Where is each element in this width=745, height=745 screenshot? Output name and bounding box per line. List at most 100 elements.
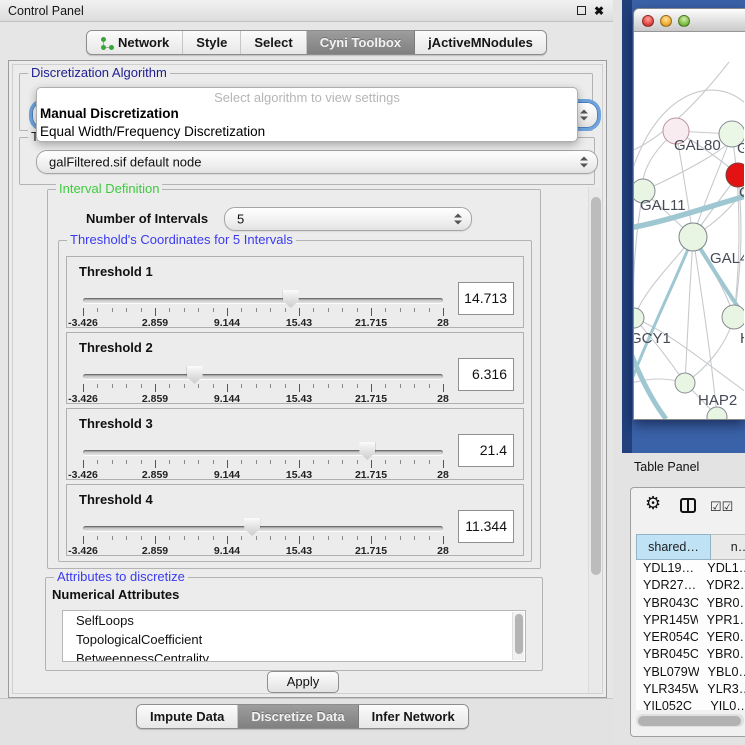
threshold-slider[interactable]: -3.4262.8599.14415.4321.71528 — [83, 444, 443, 480]
control-panel-window: Control Panel NetworkStyleSelectCyni Too… — [0, 0, 613, 745]
close-icon[interactable] — [594, 4, 604, 18]
tab-cyni-toolbox[interactable]: Cyni Toolbox — [307, 31, 415, 54]
node-label: C — [739, 184, 744, 201]
node-gcy1[interactable] — [634, 308, 644, 328]
popup-option-equal-width-frequency[interactable]: Equal Width/Frequency Discretization — [37, 123, 577, 141]
network-nodes[interactable] — [634, 118, 744, 419]
tick-mark — [126, 384, 127, 388]
zoom-traffic-icon[interactable] — [678, 15, 690, 27]
combo-spinner-icon[interactable] — [454, 214, 462, 225]
network-view-edge-shade — [622, 0, 632, 453]
panel-scrollbar-thumb[interactable] — [591, 197, 601, 575]
tab-infer-network[interactable]: Infer Network — [359, 705, 468, 728]
tick-mark — [141, 460, 142, 464]
tick-label: 21.715 — [355, 317, 387, 329]
table-row[interactable]: YBL079WYBL0… — [636, 664, 745, 681]
tab-network[interactable]: Network — [87, 31, 183, 54]
network-graph[interactable]: GAL80 GA C GAL11 GAL4 GCY1 H HAP2 — [634, 32, 744, 419]
slider-thumb[interactable] — [283, 290, 299, 308]
network-canvas[interactable]: GAL80 GA C GAL11 GAL4 GCY1 H HAP2 — [634, 32, 745, 419]
tick-mark — [227, 384, 228, 392]
threshold-value-field[interactable]: 6.316 — [458, 358, 514, 391]
tick-mark — [256, 536, 257, 540]
slider-track[interactable] — [83, 450, 443, 455]
control-panel-titlebar[interactable]: Control Panel — [0, 0, 613, 22]
column-header-name[interactable]: n… — [711, 534, 745, 560]
attributes-group: Attributes to discretize Numerical Attri… — [45, 577, 543, 671]
threshold-value-field[interactable]: 14.713 — [458, 282, 514, 315]
slider-track[interactable] — [83, 374, 443, 379]
slider-track[interactable] — [83, 526, 443, 531]
list-item[interactable]: SelfLoops — [63, 611, 525, 630]
tick-label: 15.43 — [286, 545, 312, 557]
panel-scrollbar[interactable] — [588, 187, 601, 693]
tick-mark — [357, 308, 358, 312]
tick-mark — [169, 384, 170, 388]
cell-name: YBR0… — [698, 646, 745, 663]
network-view-window[interactable]: GAL80 GA C GAL11 GAL4 GCY1 H HAP2 — [633, 8, 745, 420]
table-row[interactable]: YER054CYER0… — [636, 629, 745, 646]
column-header-shared[interactable]: shared… — [636, 534, 711, 560]
network-window-titlebar[interactable] — [634, 9, 745, 32]
table-row[interactable]: YDL19…YDL1… — [636, 560, 745, 577]
slider-thumb[interactable] — [359, 442, 375, 460]
tab-discretize-data[interactable]: Discretize Data — [238, 705, 358, 728]
combo-spinner-icon[interactable] — [580, 110, 588, 121]
tab-impute-data[interactable]: Impute Data — [137, 705, 238, 728]
tab-select[interactable]: Select — [241, 31, 306, 54]
node-right[interactable] — [722, 305, 744, 329]
table-row[interactable]: YBR045CYBR0… — [636, 646, 745, 663]
node-label: GAL4 — [710, 250, 744, 267]
bottom-tab-strip: Impute DataDiscretize DataInfer Network — [0, 698, 613, 745]
cell-name: YDL1… — [698, 560, 745, 577]
threshold-label: Threshold 1 — [79, 264, 153, 279]
slider-track[interactable] — [83, 298, 443, 303]
horizontal-scrollbar-thumb[interactable] — [638, 716, 741, 726]
tick-mark — [256, 460, 257, 464]
list-scrollbar[interactable] — [512, 612, 524, 660]
table-rows: YDL19…YDL1…YDR27…YDR2…YBR043CYBR0…YPR145… — [636, 560, 745, 710]
float-window-icon[interactable] — [577, 6, 586, 15]
numerical-attributes-list[interactable]: SelfLoopsTopologicalCoefficientBetweenne… — [62, 610, 526, 662]
apply-button[interactable]: Apply — [267, 671, 339, 693]
threshold-panel-4: Threshold 4-3.4262.8599.14415.4321.71528… — [66, 484, 524, 556]
minimize-traffic-icon[interactable] — [660, 15, 672, 27]
horizontal-scrollbar[interactable] — [636, 714, 744, 727]
table-data-group: Table Data galFiltered.sif default node — [19, 137, 595, 185]
list-item[interactable]: TopologicalCoefficient — [63, 630, 525, 649]
node-gal4[interactable] — [679, 223, 707, 251]
table-panel: shared… n… YDL19…YDL1…YDR27…YDR2…YBR043C… — [630, 487, 745, 737]
list-item[interactable]: BetweennessCentrality — [63, 649, 525, 662]
tick-mark — [97, 308, 98, 312]
table-row[interactable]: YLR345WYLR3… — [636, 681, 745, 698]
close-traffic-icon[interactable] — [642, 15, 654, 27]
node-hap2[interactable] — [675, 373, 695, 393]
popup-option-manual-discretization[interactable]: Manual Discretization — [37, 105, 577, 123]
threshold-slider[interactable]: -3.4262.8599.14415.4321.71528 — [83, 520, 443, 556]
table-row[interactable]: YIL052CYIL0… — [636, 698, 745, 710]
tab-style[interactable]: Style — [183, 31, 241, 54]
threshold-value-field[interactable]: 11.344 — [458, 510, 514, 543]
table-row[interactable]: YDR27…YDR2… — [636, 577, 745, 594]
threshold-value-field[interactable]: 21.4 — [458, 434, 514, 467]
tick-mark — [414, 460, 415, 464]
table-row[interactable]: YBR043CYBR0… — [636, 595, 745, 612]
table-row[interactable]: YPR145WYPR1… — [636, 612, 745, 629]
numerical-attributes-label: Numerical Attributes — [52, 587, 179, 602]
split-columns-icon[interactable] — [680, 498, 696, 513]
tick-mark — [270, 308, 271, 312]
checkbox-icons[interactable] — [710, 499, 733, 515]
list-scrollbar-thumb[interactable] — [515, 614, 523, 654]
threshold-slider[interactable]: -3.4262.8599.14415.4321.71528 — [83, 368, 443, 404]
combo-spinner-icon[interactable] — [580, 157, 588, 168]
tick-mark — [299, 384, 300, 392]
number-of-intervals-combobox[interactable]: 5 — [224, 207, 472, 231]
table-data-combobox[interactable]: galFiltered.sif default node — [36, 150, 598, 174]
slider-thumb[interactable] — [244, 518, 260, 536]
threshold-slider[interactable]: -3.4262.8599.14415.4321.71528 — [83, 292, 443, 328]
tick-mark — [198, 308, 199, 312]
tick-mark — [429, 460, 430, 464]
tab-jactivemnodules[interactable]: jActiveMNodules — [415, 31, 546, 54]
gear-icon[interactable] — [645, 493, 661, 514]
slider-thumb[interactable] — [187, 366, 203, 384]
